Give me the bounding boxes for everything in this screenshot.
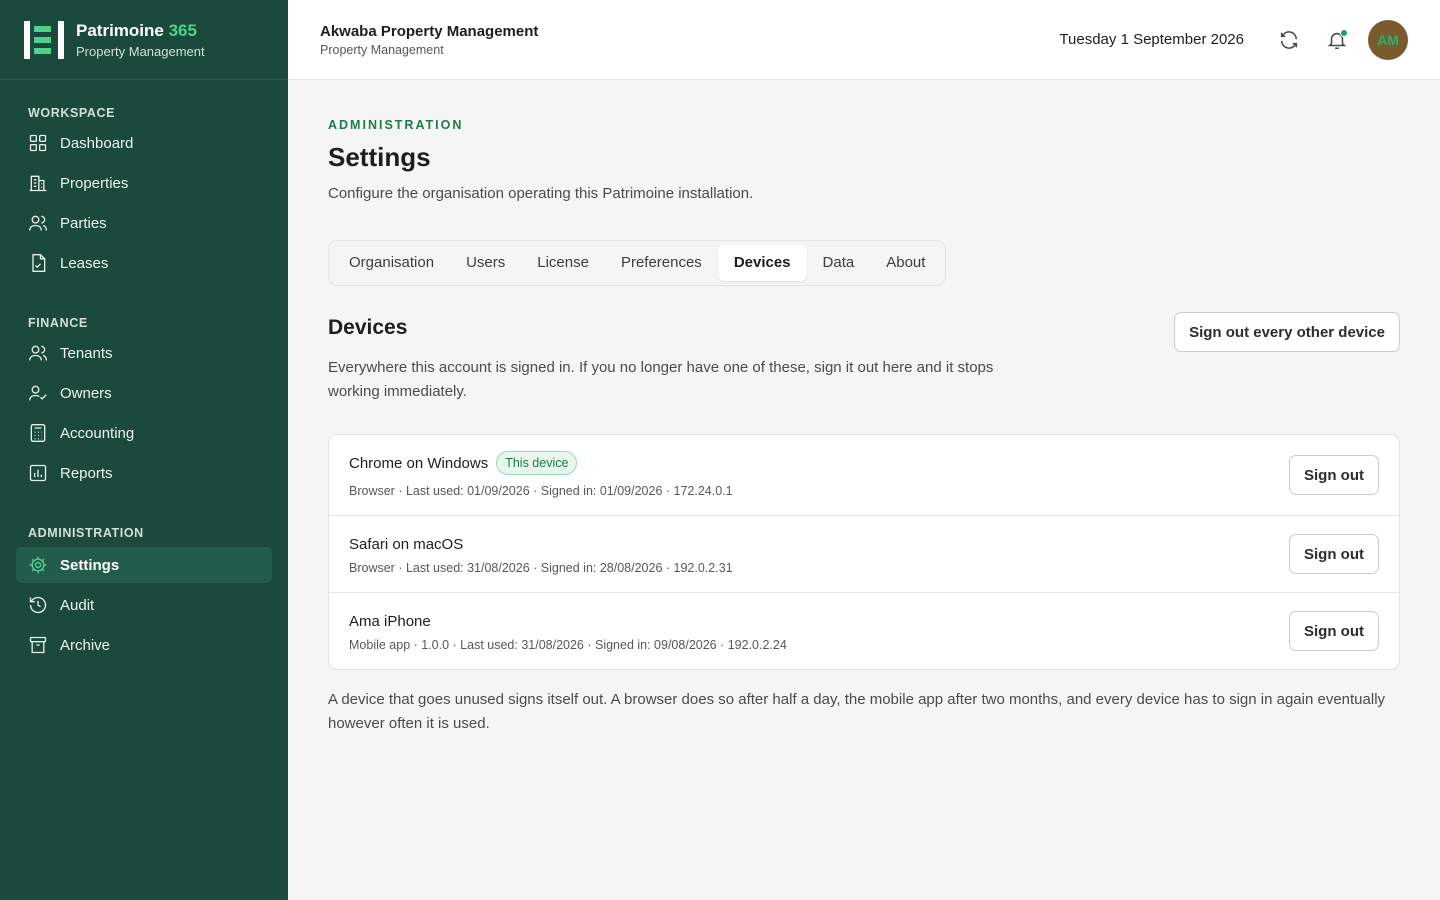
sidebar-item-label: Reports — [60, 464, 113, 482]
nav-heading: ADMINISTRATION — [28, 526, 144, 540]
sidebar-item-label: Tenants — [60, 344, 113, 362]
calculator-icon — [30, 424, 46, 442]
tab-users[interactable]: Users — [450, 245, 521, 281]
sidebar-item-archive[interactable]: Archive — [16, 627, 272, 663]
refresh-icon — [1280, 30, 1298, 49]
device-list: Chrome on Windows This device Browser · … — [328, 434, 1400, 670]
archive-icon — [29, 636, 47, 654]
sidebar-item-settings[interactable]: Settings — [16, 547, 272, 583]
sidebar-item-label: Leases — [60, 254, 109, 272]
document-icon — [32, 254, 46, 272]
sign-out-button[interactable]: Sign out — [1289, 534, 1379, 574]
sidebar-item-tenants[interactable]: Tenants — [16, 335, 272, 371]
chart-icon — [29, 464, 47, 482]
nav-heading: WORKSPACE — [28, 106, 116, 120]
sidebar-item-label: Archive — [60, 636, 111, 654]
tab-license[interactable]: License — [521, 245, 605, 281]
device-row: Ama iPhone Mobile app · 1.0.0 · Last use… — [329, 592, 1399, 669]
devices-section: Devices Everywhere this account is signe… — [328, 312, 1400, 404]
user-check-icon — [29, 385, 47, 401]
org-info: Akwaba Property Management Property Mana… — [320, 23, 538, 57]
top-bar: Akwaba Property Management Property Mana… — [288, 0, 1440, 80]
tab-data[interactable]: Data — [807, 245, 871, 281]
dashboard-icon — [29, 134, 47, 152]
brand[interactable]: Patrimoine 365 Property Management — [0, 0, 288, 80]
nav-section-administration: ADMINISTRATION Settings Audit Archive — [0, 521, 288, 663]
brand-name: Patrimoine 365 — [76, 20, 205, 42]
brand-name-main: Patrimoine — [76, 21, 164, 40]
settings-tabs: Organisation Users License Preferences D… — [328, 240, 947, 286]
sidebar: Patrimoine 365 Property Management WORKS… — [0, 0, 288, 900]
org-name: Akwaba Property Management — [320, 22, 539, 40]
sidebar-item-label: Parties — [60, 214, 107, 232]
users-icon — [29, 215, 47, 231]
brand-subtitle: Property Management — [76, 44, 205, 59]
sidebar-item-audit[interactable]: Audit — [16, 587, 272, 623]
sidebar-item-reports[interactable]: Reports — [16, 455, 272, 491]
page-eyebrow: ADMINISTRATION — [328, 118, 464, 132]
sidebar-item-properties[interactable]: Properties — [16, 165, 272, 201]
nav-section-finance: FINANCE Tenants Owners Accounting Report… — [0, 311, 288, 491]
users-icon — [29, 345, 47, 361]
nav-heading: FINANCE — [28, 316, 88, 330]
tab-devices[interactable]: Devices — [717, 245, 807, 281]
device-name: Chrome on Windows — [349, 454, 489, 472]
device-row: Chrome on Windows This device Browser · … — [329, 435, 1399, 515]
sign-out-all-button[interactable]: Sign out every other device — [1174, 312, 1400, 352]
page-title: Settings — [328, 142, 431, 172]
history-icon — [29, 596, 47, 614]
gear-icon — [29, 556, 47, 574]
notifications-button[interactable] — [1320, 23, 1354, 57]
sidebar-item-label: Settings — [60, 556, 120, 574]
sidebar-item-label: Owners — [60, 384, 112, 402]
sidebar-item-parties[interactable]: Parties — [16, 205, 272, 241]
sign-out-button[interactable]: Sign out — [1289, 455, 1379, 495]
sidebar-item-owners[interactable]: Owners — [16, 375, 272, 411]
nav-section-workspace: WORKSPACE Dashboard Properties Parties L… — [0, 101, 288, 281]
device-name: Ama iPhone — [349, 613, 431, 630]
sidebar-item-label: Accounting — [60, 424, 135, 442]
sidebar-item-label: Properties — [60, 174, 129, 192]
building-icon — [29, 175, 47, 192]
section-description: Everywhere this account is signed in. If… — [328, 359, 994, 400]
devices-footnote: A device that goes unused signs itself o… — [328, 691, 1386, 732]
sidebar-item-leases[interactable]: Leases — [16, 245, 272, 281]
tab-preferences[interactable]: Preferences — [605, 245, 718, 281]
tab-about[interactable]: About — [870, 245, 941, 281]
sidebar-item-label: Audit — [60, 596, 95, 614]
device-meta: Mobile app · 1.0.0 · Last used: 31/08/20… — [349, 638, 787, 652]
device-meta: Browser · Last used: 31/08/2026 · Signed… — [349, 561, 733, 575]
device-name: Safari on macOS — [349, 536, 464, 553]
sidebar-item-dashboard[interactable]: Dashboard — [16, 125, 272, 161]
device-meta: Browser · Last used: 01/09/2026 · Signed… — [349, 484, 733, 498]
device-row: Safari on macOS Browser · Last used: 31/… — [329, 515, 1399, 592]
top-bar-actions: Tuesday 1 September 2026 AM — [1059, 19, 1408, 60]
sidebar-item-accounting[interactable]: Accounting — [16, 415, 272, 451]
main-content: ADMINISTRATION Settings Configure the or… — [328, 80, 1400, 736]
this-device-badge: This device — [496, 451, 578, 475]
sidebar-item-label: Dashboard — [60, 134, 134, 152]
notification-dot — [1340, 28, 1348, 37]
org-subtitle: Property Management — [320, 42, 444, 57]
current-date: Tuesday 1 September 2026 — [1059, 31, 1244, 48]
avatar[interactable]: AM — [1368, 19, 1408, 60]
brand-name-accent: 365 — [168, 21, 197, 40]
refresh-button[interactable] — [1272, 23, 1306, 57]
sign-out-button[interactable]: Sign out — [1289, 611, 1379, 651]
tab-organisation[interactable]: Organisation — [333, 245, 450, 281]
brand-logo — [24, 20, 64, 59]
page-description: Configure the organisation operating thi… — [328, 185, 754, 202]
